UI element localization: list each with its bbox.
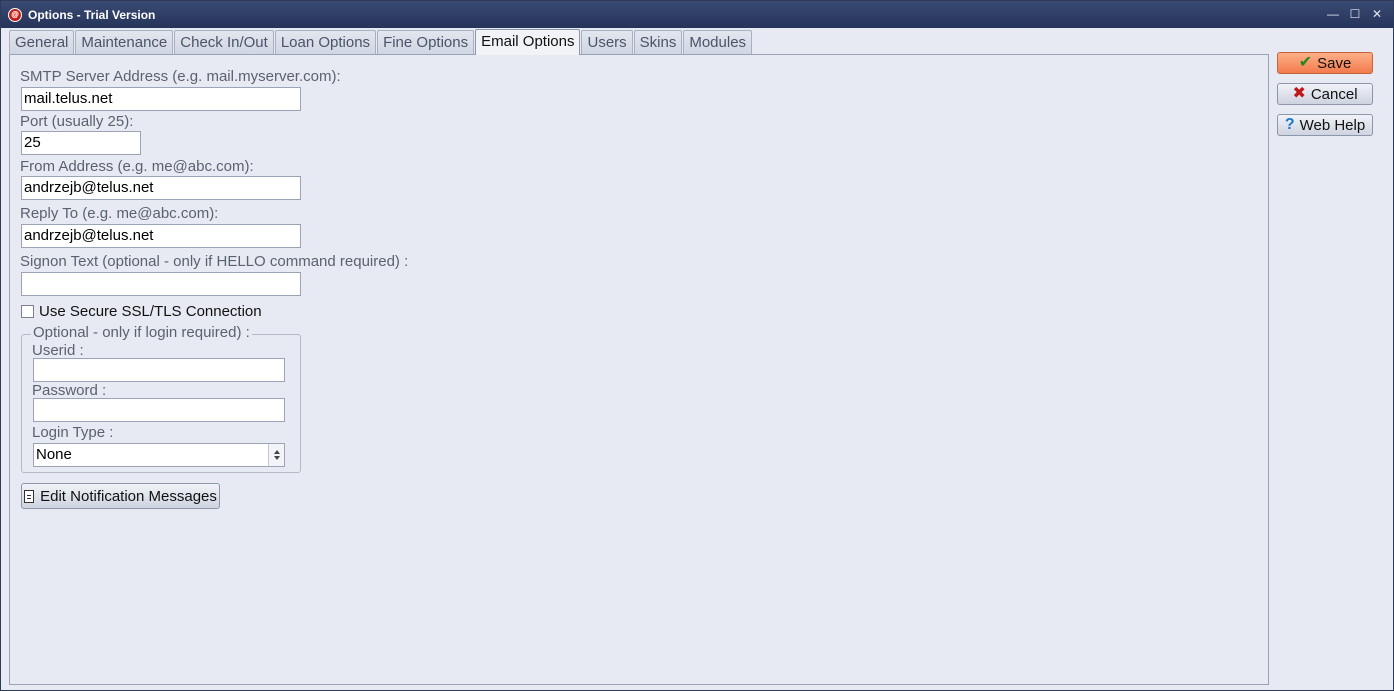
window-controls: — ☐ ✕ <box>1325 5 1385 23</box>
tab-fine-options[interactable]: Fine Options <box>377 30 475 55</box>
reply-to-input[interactable]: andrzejb@telus.net <box>21 224 301 248</box>
login-type-label: Login Type : <box>32 424 114 441</box>
cancel-button[interactable]: ✖ Cancel <box>1277 83 1373 105</box>
email-options-panel: SMTP Server Address (e.g. mail.myserver.… <box>9 54 1269 685</box>
web-help-button[interactable]: ? Web Help <box>1277 114 1373 136</box>
login-group-legend: Optional - only if login required) : <box>31 324 252 341</box>
options-window: @ Options - Trial Version — ☐ ✕ General … <box>0 0 1394 691</box>
tab-check-in-out[interactable]: Check In/Out <box>174 30 274 55</box>
signon-text-label: Signon Text (optional - only if HELLO co… <box>20 253 409 270</box>
edit-notification-messages-label: Edit Notification Messages <box>40 487 217 505</box>
smtp-server-input[interactable]: mail.telus.net <box>21 87 301 111</box>
port-input[interactable]: 25 <box>21 131 141 155</box>
port-label: Port (usually 25): <box>20 113 134 130</box>
title-bar[interactable]: @ Options - Trial Version — ☐ ✕ <box>1 1 1393 28</box>
tab-skins[interactable]: Skins <box>633 30 683 55</box>
login-type-value: None <box>36 446 72 463</box>
userid-input[interactable] <box>33 358 285 382</box>
close-icon[interactable]: ✕ <box>1369 5 1385 23</box>
tab-loan-options[interactable]: Loan Options <box>274 30 377 55</box>
checkmark-icon: ✔ <box>1298 54 1313 71</box>
x-icon: ✖ <box>1292 85 1306 102</box>
document-icon <box>24 489 35 503</box>
cancel-button-label: Cancel <box>1310 85 1358 103</box>
password-label: Password : <box>32 382 107 399</box>
edit-notification-messages-button[interactable]: Edit Notification Messages <box>21 483 220 509</box>
ssl-checkbox[interactable] <box>21 305 34 318</box>
tab-users[interactable]: Users <box>581 30 633 55</box>
tab-modules[interactable]: Modules <box>683 30 753 55</box>
web-help-button-label: Web Help <box>1299 116 1366 134</box>
login-type-select[interactable]: None <box>33 443 285 467</box>
minimize-icon[interactable]: — <box>1325 5 1341 23</box>
spin-arrows-icon[interactable] <box>268 444 284 466</box>
reply-to-label: Reply To (e.g. me@abc.com): <box>20 205 219 222</box>
login-groupbox: Optional - only if login required) : Use… <box>21 324 301 473</box>
maximize-icon[interactable]: ☐ <box>1347 5 1363 23</box>
tab-general[interactable]: General <box>9 30 75 55</box>
smtp-server-label: SMTP Server Address (e.g. mail.myserver.… <box>20 68 341 85</box>
tab-email-options[interactable]: Email Options <box>475 29 581 55</box>
tab-maintenance[interactable]: Maintenance <box>75 30 174 55</box>
from-address-input[interactable]: andrzejb@telus.net <box>21 176 301 200</box>
from-address-label: From Address (e.g. me@abc.com): <box>20 158 254 175</box>
question-mark-icon: ? <box>1284 116 1295 133</box>
app-logo-icon: @ <box>8 7 22 22</box>
window-title: Options - Trial Version <box>28 7 156 22</box>
signon-text-input[interactable] <box>21 272 301 296</box>
save-button[interactable]: ✔ Save <box>1277 52 1373 74</box>
userid-label: Userid : <box>32 342 84 359</box>
password-input[interactable] <box>33 398 285 422</box>
save-button-label: Save <box>1317 54 1352 72</box>
tab-strip: General Maintenance Check In/Out Loan Op… <box>9 29 753 55</box>
ssl-checkbox-label[interactable]: Use Secure SSL/TLS Connection <box>39 303 262 320</box>
